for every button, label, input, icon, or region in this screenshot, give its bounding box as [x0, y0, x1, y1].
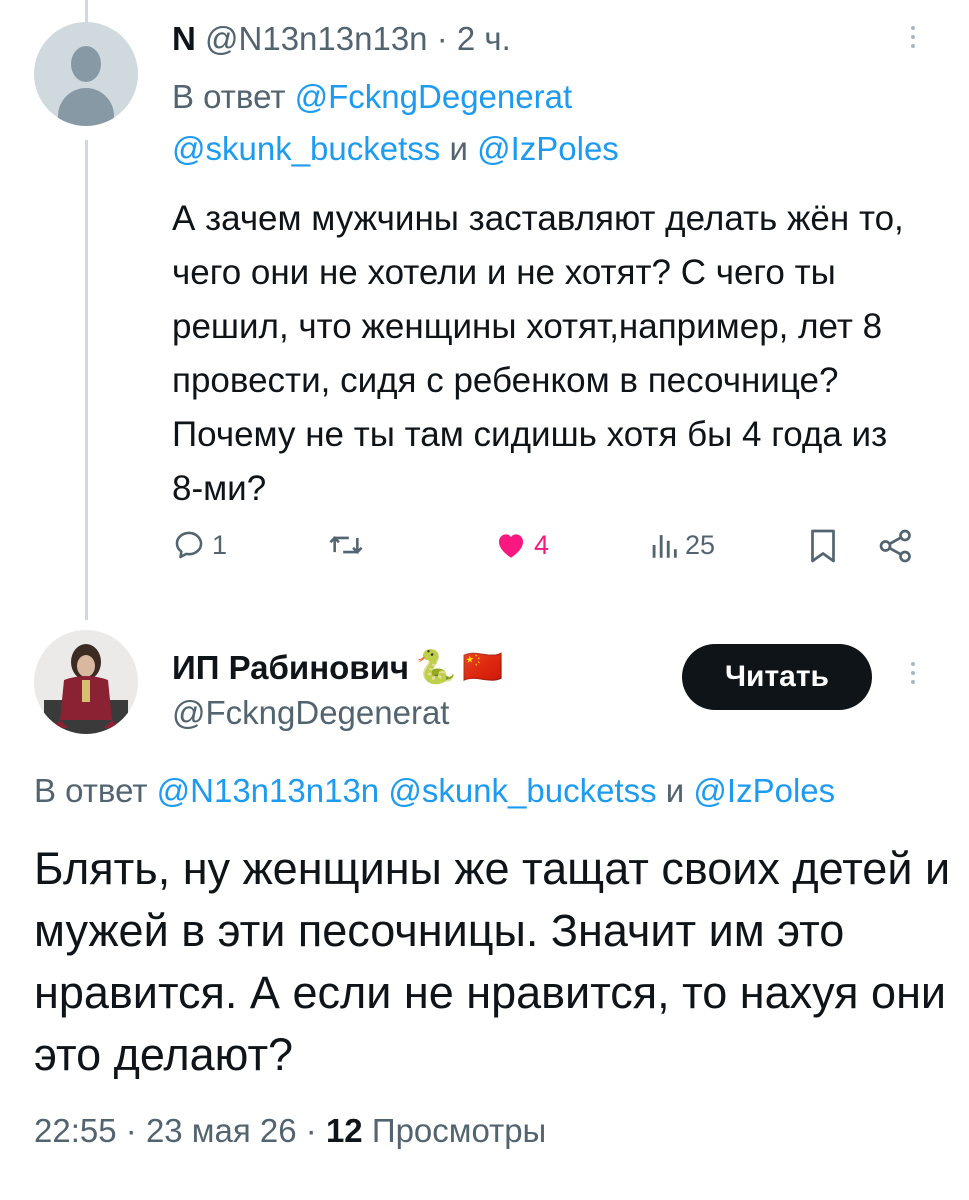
reply-mention[interactable]: @skunk_bucketss: [172, 130, 440, 167]
reply-button[interactable]: 1: [172, 528, 227, 562]
thread-connector-line: [85, 140, 88, 620]
reply-prefix: В ответ: [172, 78, 286, 115]
reply-mention[interactable]: @skunk_bucketss: [388, 772, 656, 809]
repost-icon: [329, 536, 363, 554]
reply-prefix: В ответ: [34, 772, 148, 809]
tweet-meta: 22:55 · 23 мая 26 · 12 Просмотры: [34, 1112, 546, 1150]
views-icon: [652, 535, 677, 558]
reply-context: В ответ @FckngDegenerat: [172, 78, 572, 116]
separator-dot: ·: [305, 1112, 317, 1149]
china-flag-emoji: 🇨🇳: [462, 648, 504, 685]
avatar[interactable]: [34, 630, 138, 734]
views-count: 25: [685, 529, 716, 560]
author-name[interactable]: ИП Рабинович: [172, 649, 409, 687]
tweet-actions: 1 4 25: [172, 528, 917, 576]
tweet-text: Блять, ну женщины же тащат своих детей и…: [34, 843, 951, 1080]
thread-line-top: [85, 0, 88, 22]
reply-and: и: [449, 130, 468, 167]
reply-mention[interactable]: @IzPoles: [693, 772, 835, 809]
tweet-time[interactable]: 22:55: [34, 1112, 117, 1149]
share-button[interactable]: [878, 528, 914, 564]
reply-and: и: [665, 772, 685, 809]
heart-icon: [498, 534, 524, 558]
tweet-date[interactable]: 23 мая 26: [146, 1112, 297, 1149]
like-count: 4: [534, 529, 550, 560]
avatar-head-shape: [71, 46, 101, 82]
reply-mention[interactable]: @IzPoles: [477, 130, 619, 167]
author-name-row: ИП Рабинович 🐍 🇨🇳: [172, 648, 503, 687]
more-options-icon[interactable]: [908, 26, 918, 48]
reply-icon: [175, 531, 203, 559]
separator-dot: ·: [125, 1112, 137, 1149]
bookmark-icon: [811, 529, 835, 563]
author-name[interactable]: N: [172, 20, 196, 57]
follow-button[interactable]: Читать: [682, 644, 872, 710]
views-count: 12: [325, 1112, 363, 1149]
more-options-icon[interactable]: [908, 662, 918, 684]
avatar-body-shape: [58, 88, 114, 126]
share-icon: [879, 529, 911, 563]
snake-emoji: 🐍: [415, 648, 457, 685]
like-button[interactable]: 4: [494, 528, 549, 562]
views-button[interactable]: 25: [649, 528, 715, 562]
reply-mention[interactable]: @N13n13n13n: [157, 772, 380, 809]
author-handle[interactable]: @N13n13n13n: [205, 20, 428, 57]
bookmark-button[interactable]: [808, 528, 838, 564]
repost-button[interactable]: [327, 528, 371, 562]
tweet-time[interactable]: 2 ч.: [457, 20, 511, 57]
views-label[interactable]: Просмотры: [372, 1112, 546, 1149]
reply-mention[interactable]: @FckngDegenerat: [295, 78, 572, 115]
author-handle[interactable]: @FckngDegenerat: [172, 694, 449, 732]
reply-context-continued: @skunk_bucketss и @IzPoles: [172, 130, 619, 168]
separator-dot: ·: [436, 20, 448, 57]
tweet-header: N @N13n13n13n · 2 ч.: [172, 20, 511, 58]
tweet-text: А зачем мужчины заставляют делать жён то…: [172, 199, 904, 508]
reply-count: 1: [212, 529, 228, 560]
avatar[interactable]: [34, 22, 138, 126]
avatar-photo: [34, 630, 138, 734]
reply-context: В ответ @N13n13n13n @skunk_bucketss и @I…: [34, 772, 969, 810]
